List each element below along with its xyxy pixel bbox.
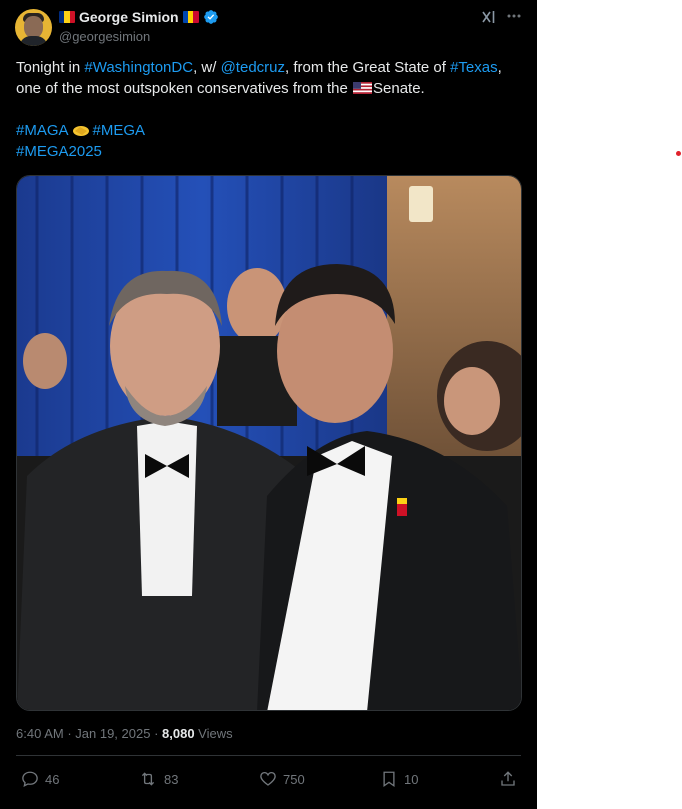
tweet-post: George Simion @georgesimion Tonight in #… <box>0 0 537 809</box>
author-name-row: George Simion <box>59 9 219 25</box>
repost-button[interactable]: 83 <box>138 770 178 788</box>
author-handle[interactable]: @georgesimion <box>59 29 150 44</box>
author-display-name[interactable]: George Simion <box>79 9 179 25</box>
reply-icon <box>22 771 38 787</box>
repost-icon <box>141 772 155 786</box>
views-label: Views <box>194 726 233 741</box>
meta-separator: · <box>150 726 163 741</box>
text-segment: , from the Great State of <box>285 59 451 76</box>
share-button[interactable] <box>499 770 517 788</box>
like-button[interactable]: 750 <box>259 770 305 788</box>
avatar[interactable] <box>15 9 52 46</box>
tweet-paragraph: Tonight in #WashingtonDC, w/ @tedcruz, f… <box>16 57 521 99</box>
us-flag-icon <box>353 82 373 94</box>
repost-count: 83 <box>164 771 179 787</box>
grok-icon[interactable] <box>481 9 497 30</box>
more-icon[interactable] <box>506 8 522 29</box>
hashtag-link[interactable]: #MAGA <box>16 122 69 139</box>
romania-flag-icon <box>59 11 75 23</box>
share-icon <box>501 771 515 786</box>
bookmark-button[interactable]: 10 <box>380 770 418 788</box>
text-segment: , w/ <box>193 59 221 76</box>
hashtag-line: #MEGA2025 <box>16 141 521 162</box>
hashtag-link[interactable]: #MEGA2025 <box>16 143 102 160</box>
reply-count: 46 <box>45 771 60 787</box>
heart-icon <box>260 771 276 786</box>
tweet-time[interactable]: 6:40 AM <box>16 726 64 741</box>
text-segment: Senate. <box>373 80 425 97</box>
hashtag-link[interactable]: #WashingtonDC <box>84 59 193 76</box>
like-count: 750 <box>283 771 305 787</box>
reply-button[interactable]: 46 <box>21 770 59 788</box>
bookmark-icon <box>383 771 395 788</box>
text-segment: Tonight in <box>16 59 85 76</box>
meta-separator: · <box>63 726 76 741</box>
hashtag-link[interactable]: #Texas <box>450 59 498 76</box>
handshake-emoji-icon <box>72 126 89 136</box>
hashtag-link[interactable]: #MEGA <box>93 122 146 139</box>
divider <box>16 755 521 756</box>
views-count[interactable]: 8,080 <box>162 726 195 741</box>
mention-link[interactable]: @tedcruz <box>221 59 285 76</box>
tweet-text: Tonight in #WashingtonDC, w/ @tedcruz, f… <box>16 57 521 162</box>
tweet-photo[interactable] <box>16 175 522 711</box>
moldova-flag-icon <box>182 11 199 23</box>
bookmark-count: 10 <box>404 771 419 787</box>
red-dot-marker <box>676 151 681 156</box>
hashtag-line: #MAGA #MEGA <box>16 120 521 141</box>
verified-badge-icon[interactable] <box>203 9 219 25</box>
tweet-date[interactable]: Jan 19, 2025 <box>75 726 150 741</box>
tweet-meta: 6:40 AM · Jan 19, 2025 · 8,080 Views <box>16 726 233 741</box>
